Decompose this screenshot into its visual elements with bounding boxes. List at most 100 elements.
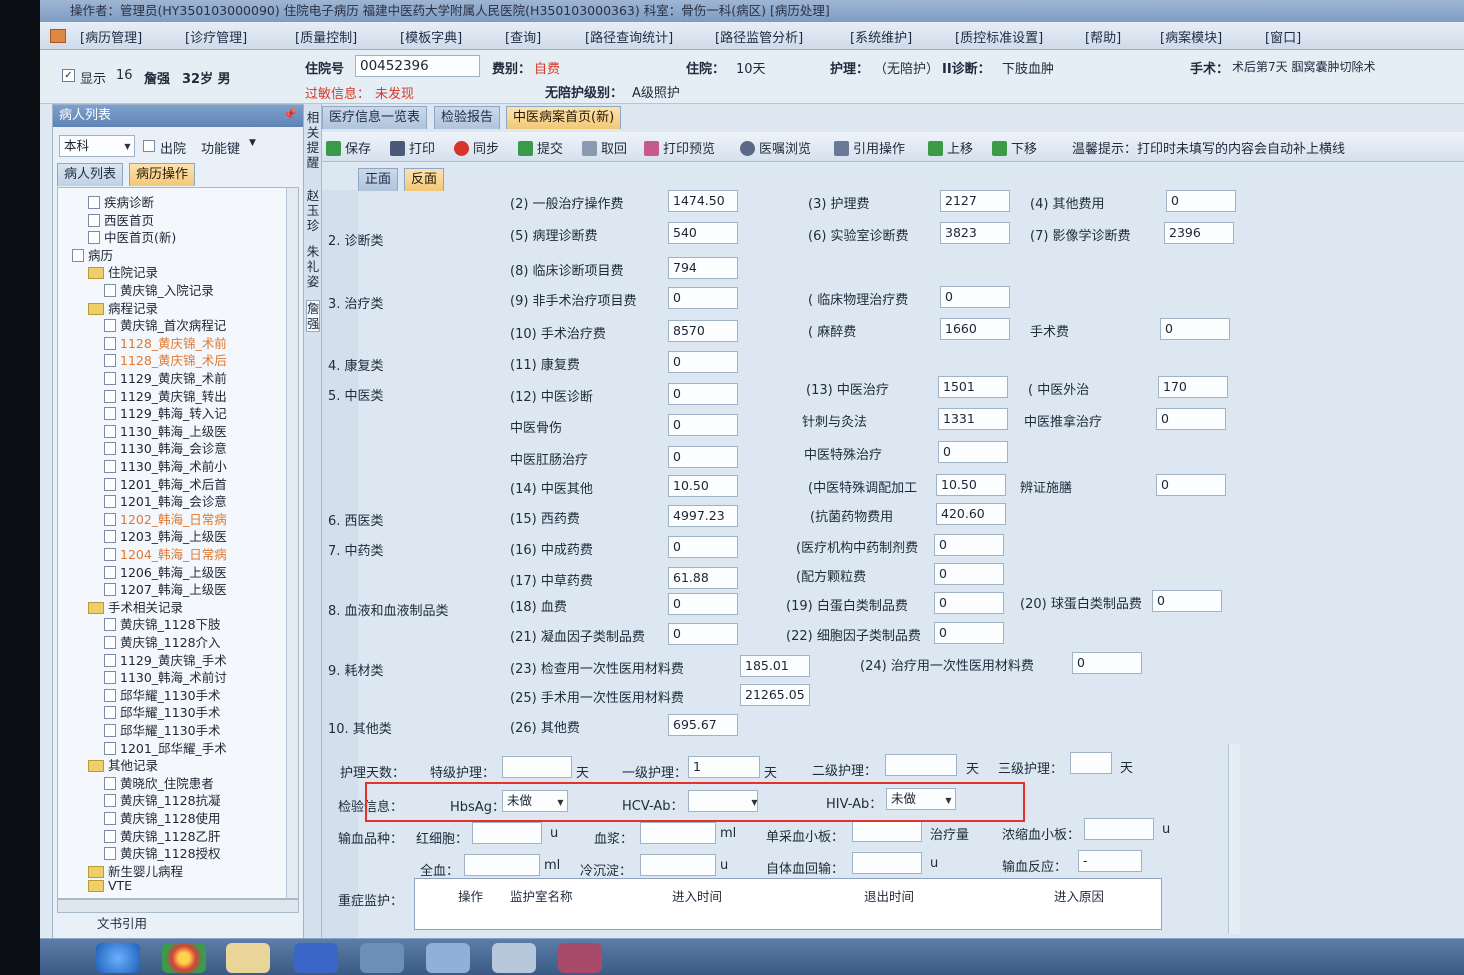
folder-icon[interactable] [226, 943, 270, 973]
tab-patient-list[interactable]: 病人列表 [57, 163, 124, 186]
tcm-orthopedic-fee-field[interactable]: 0 [668, 414, 738, 436]
tree-node[interactable]: 西医首页 [88, 210, 154, 229]
menu-qc-standard[interactable]: [质控标准设置] [955, 27, 1043, 46]
other-category-fee-field[interactable]: 695.67 [668, 714, 738, 736]
tree-node[interactable]: 1207_韩海_上级医 [104, 579, 227, 598]
print-preview-button[interactable]: 打印预览 [644, 138, 715, 157]
app-window-icon[interactable] [360, 943, 404, 973]
other-fee-field[interactable]: 0 [1166, 190, 1236, 212]
tree-node[interactable]: 1129_黄庆锦_术前 [104, 368, 227, 387]
tree-node[interactable]: 1204_韩海_日常病 [104, 544, 227, 563]
move-up-button[interactable]: 上移 [928, 138, 973, 157]
cryo-field[interactable] [640, 854, 716, 876]
proprietary-drug-fee-field[interactable]: 0 [668, 536, 738, 558]
tree-node[interactable]: 1128_黄庆锦_术后 [104, 350, 227, 369]
tree-node[interactable]: 新生婴儿病程 [88, 861, 183, 880]
retrieve-button[interactable]: 取回 [582, 138, 627, 157]
surgical-consumable-fee-field[interactable]: 21265.05 [740, 684, 810, 706]
pathology-fee-field[interactable]: 540 [668, 222, 738, 244]
tree-node[interactable]: 手术相关记录 [88, 597, 183, 616]
western-drug-fee-field[interactable]: 4997.23 [668, 505, 738, 527]
conc-platelet-field[interactable] [1084, 818, 1154, 840]
tree-node[interactable]: 邱华耀_1130手术 [104, 702, 221, 721]
tcm-other-fee-field[interactable]: 10.50 [668, 475, 738, 497]
chevron-down-icon[interactable]: ▼ [121, 140, 134, 153]
tree-node[interactable]: 黄庆锦_1128使用 [104, 808, 221, 827]
side-patient-3[interactable]: 詹强 [306, 300, 320, 332]
move-down-button[interactable]: 下移 [992, 138, 1037, 157]
general-treatment-fee-field[interactable]: 1474.50 [668, 190, 738, 212]
tree-node[interactable]: 邱华耀_1130手术 [104, 720, 221, 739]
print-button[interactable]: 打印 [390, 138, 435, 157]
clotting-factor-fee-field[interactable]: 0 [668, 623, 738, 645]
special-nursing-field[interactable] [502, 756, 572, 778]
tree-node[interactable]: 1130_韩海_术前讨 [104, 667, 227, 686]
treatment-consumable-fee-field[interactable]: 0 [1072, 652, 1142, 674]
nursing-fee-field[interactable]: 2127 [940, 190, 1010, 212]
tree-node[interactable]: 1202_韩海_日常病 [104, 509, 227, 528]
menu-query[interactable]: [查询] [505, 27, 541, 46]
menu-window[interactable]: [窗口] [1265, 27, 1301, 46]
herbal-fee-field[interactable]: 61.88 [668, 567, 738, 589]
menu-system[interactable]: [系统维护] [850, 27, 912, 46]
tree-node[interactable]: 1129_黄庆锦_手术 [104, 650, 227, 669]
whole-blood-field[interactable] [464, 854, 540, 876]
menu-quality[interactable]: [质量控制] [295, 27, 357, 46]
tcm-diagnosis-fee-field[interactable]: 0 [668, 383, 738, 405]
tab-medical-overview[interactable]: 医疗信息一览表 [322, 106, 428, 129]
clinical-diagnosis-fee-field[interactable]: 794 [668, 257, 738, 279]
tree-node[interactable]: 邱华耀_1130手术 [104, 685, 221, 704]
tab-tcm-case-front[interactable]: 中医病案首页(新) [506, 106, 622, 129]
lab-diagnosis-fee-field[interactable]: 3823 [940, 222, 1010, 244]
hospital-prep-fee-field[interactable]: 0 [934, 534, 1004, 556]
tree-node[interactable]: 病程记录 [88, 298, 158, 317]
side-patient-1[interactable]: 赵玉珍 [306, 188, 320, 233]
tree-node[interactable]: VTE [88, 878, 132, 893]
tree-node[interactable]: 黄庆锦_入院记录 [104, 280, 214, 299]
tree-node[interactable]: 黄庆锦_1128抗凝 [104, 790, 221, 809]
app2-icon[interactable] [426, 943, 470, 973]
tree-node[interactable]: 黄庆锦_1128介入 [104, 632, 221, 651]
discharge-checkbox[interactable] [143, 140, 155, 152]
menu-case[interactable]: [病案模块] [1160, 27, 1222, 46]
physical-therapy-fee-field[interactable]: 0 [940, 286, 1010, 308]
third-nursing-field[interactable] [1070, 752, 1112, 774]
surgery-fee-field[interactable]: 0 [1160, 318, 1230, 340]
tree-scrollbar-h[interactable] [57, 899, 299, 913]
tcm-treatment-fee-field[interactable]: 1501 [938, 376, 1008, 398]
tree-node[interactable]: 其他记录 [88, 755, 158, 774]
tab-record-ops[interactable]: 病历操作 [129, 163, 196, 186]
tree-node[interactable]: 1201_邱华耀_手术 [104, 738, 227, 757]
order-browse-button[interactable]: 医嘱浏览 [740, 138, 811, 157]
sync-button[interactable]: 同步 [454, 138, 499, 157]
tree-node[interactable]: 1129_韩海_转入记 [104, 403, 227, 422]
tcm-external-fee-field[interactable]: 170 [1158, 376, 1228, 398]
reference-button[interactable]: 引用操作 [834, 138, 905, 157]
tab-lab-report[interactable]: 检验报告 [434, 106, 501, 129]
tree-node[interactable]: 黄庆锦_1128授权 [104, 843, 221, 862]
menu-treatment[interactable]: [诊疗管理] [185, 27, 247, 46]
database-icon[interactable] [558, 943, 602, 973]
autologous-field[interactable] [852, 852, 922, 874]
albumin-fee-field[interactable]: 0 [934, 592, 1004, 614]
globulin-fee-field[interactable]: 0 [1152, 590, 1222, 612]
tab-back[interactable]: 反面 [404, 168, 445, 191]
reaction-select[interactable]: - [1078, 850, 1142, 872]
tree-node[interactable]: 1130_韩海_上级医 [104, 421, 227, 440]
func-key-button[interactable]: 功能键 [201, 138, 240, 157]
diet-therapy-fee-field[interactable]: 0 [1156, 474, 1226, 496]
tree-node[interactable]: 1130_韩海_术前小 [104, 456, 227, 475]
imaging-fee-field[interactable]: 2396 [1164, 222, 1234, 244]
form-scrollbar[interactable] [1228, 744, 1240, 934]
show-checkbox[interactable]: ✓ [62, 69, 75, 82]
acupuncture-fee-field[interactable]: 1331 [938, 408, 1008, 430]
tree-node[interactable]: 住院记录 [88, 262, 158, 281]
platelet-field[interactable] [852, 820, 922, 842]
menu-template[interactable]: [模板字典] [400, 27, 462, 46]
rehab-fee-field[interactable]: 0 [668, 351, 738, 373]
plasma-field[interactable] [640, 822, 716, 844]
anesthesia-fee-field[interactable]: 1660 [940, 318, 1010, 340]
granule-fee-field[interactable]: 0 [934, 563, 1004, 585]
tree-node[interactable]: 中医首页(新) [88, 227, 176, 246]
submit-button[interactable]: 提交 [518, 138, 563, 157]
